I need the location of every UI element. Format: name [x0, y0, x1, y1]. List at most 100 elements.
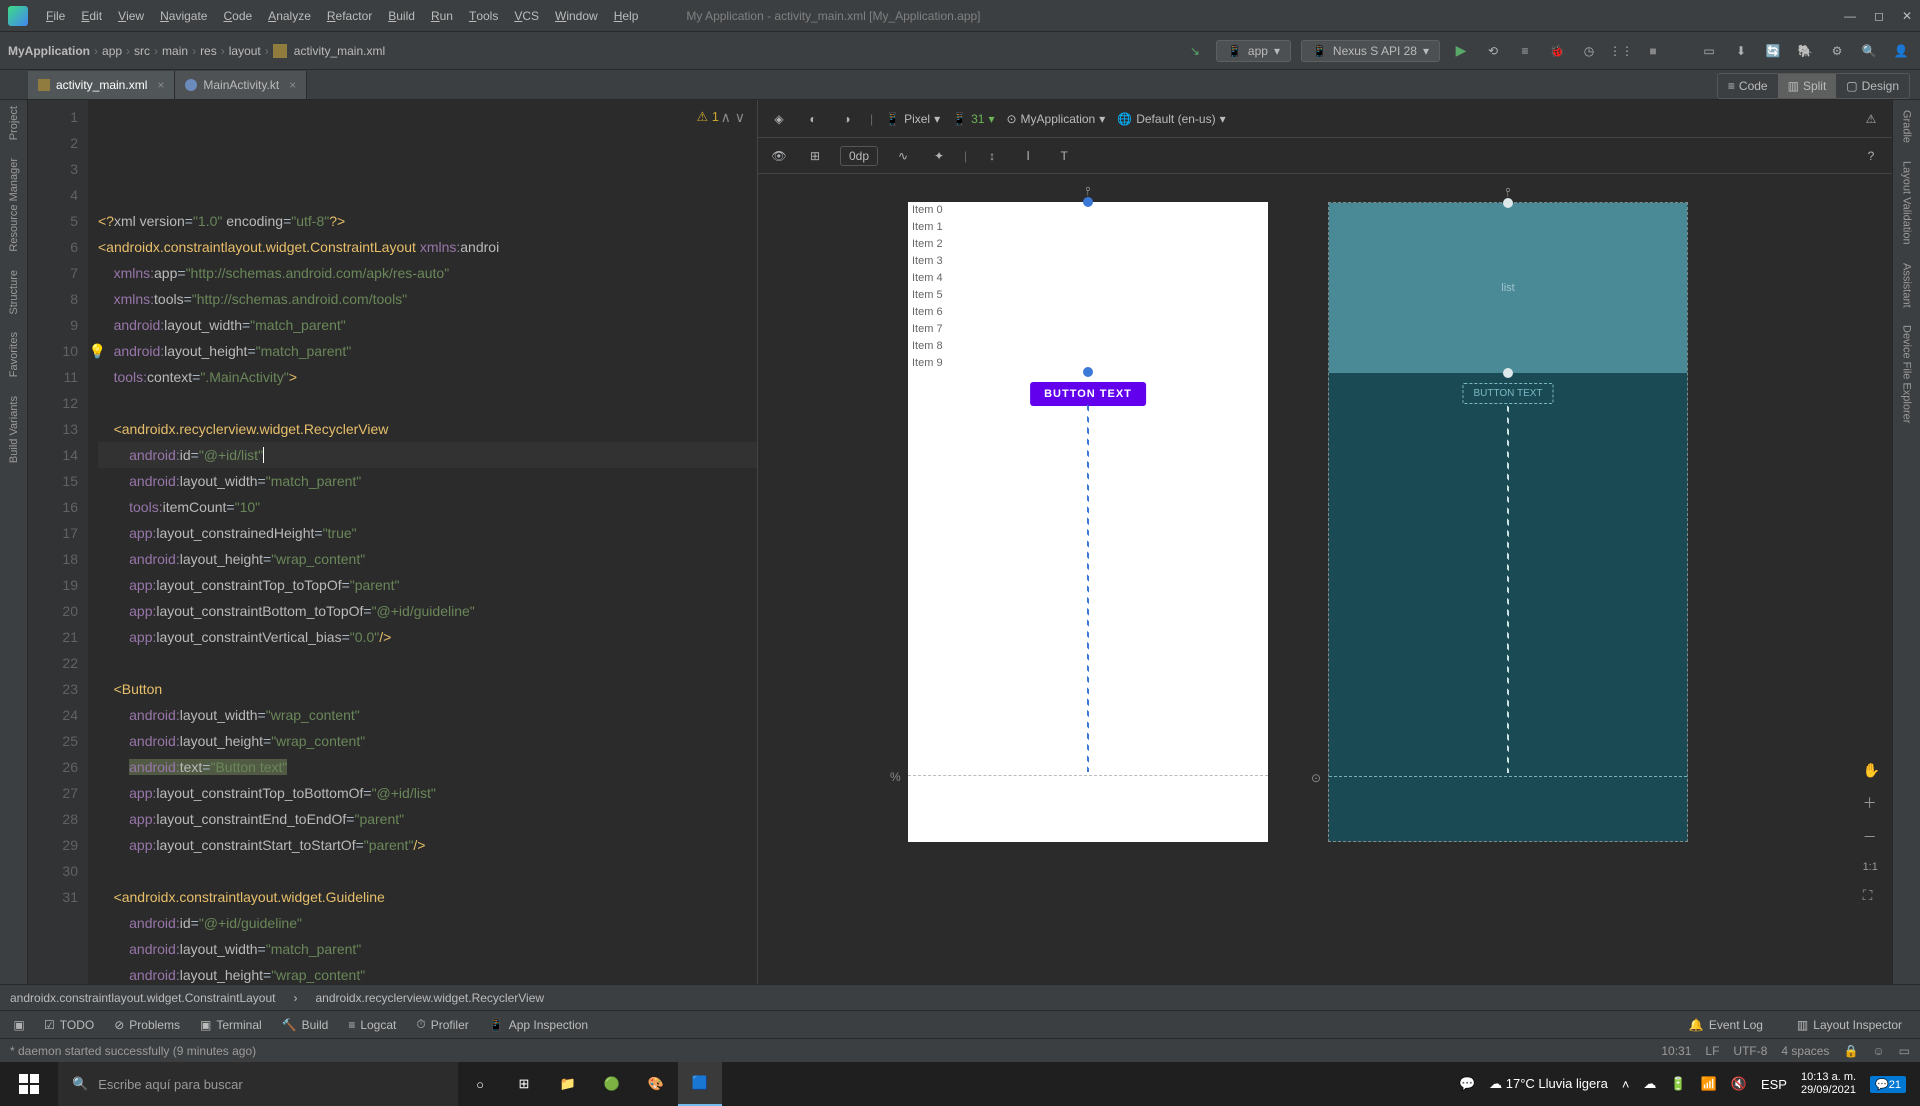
code-line[interactable]: <Button — [98, 676, 757, 702]
editor-tab[interactable]: MainActivity.kt× — [175, 71, 307, 99]
code-line[interactable]: app:layout_constraintEnd_toEndOf="parent… — [98, 806, 757, 832]
preview-list-item[interactable]: Item 6 — [908, 304, 1268, 321]
menu-navigate[interactable]: Navigate — [152, 9, 215, 23]
pan-icon[interactable]: ✋ — [1863, 762, 1880, 779]
avd-icon[interactable]: ▭ — [1698, 40, 1720, 62]
tool-layout-validation[interactable]: Layout Validation — [1901, 161, 1913, 245]
blueprint-list-view[interactable]: list — [1329, 203, 1687, 373]
face-icon[interactable]: ☺ — [1872, 1044, 1884, 1058]
code-line[interactable] — [98, 858, 757, 884]
android-studio-taskbar-icon[interactable]: 🟦 — [678, 1062, 722, 1106]
breadcrumb[interactable]: MyApplication›app›src›main›res›layout›ac… — [8, 44, 385, 58]
sdk-icon[interactable]: ⬇ — [1730, 40, 1752, 62]
menu-analyze[interactable]: Analyze — [260, 9, 319, 23]
preview-list-item[interactable]: Item 2 — [908, 236, 1268, 253]
tool-resource-manager[interactable]: Resource Manager — [8, 158, 20, 252]
constraint-handle[interactable] — [1083, 367, 1093, 377]
start-button[interactable] — [0, 1062, 58, 1106]
percent-icon[interactable]: % — [890, 770, 901, 784]
cortana-icon[interactable]: ○ — [458, 1062, 502, 1106]
blueprint-icon[interactable]: ⊞ — [804, 145, 826, 167]
event-log-tab[interactable]: 🔔 Event Log — [1679, 1015, 1773, 1035]
menu-vcs[interactable]: VCS — [506, 9, 547, 23]
onedrive-icon[interactable]: ☁ — [1643, 1076, 1656, 1092]
status-encoding[interactable]: UTF-8 — [1733, 1044, 1767, 1058]
breadcrumb-item[interactable]: activity_main.xml — [294, 44, 385, 58]
theme-selector[interactable]: ⊙ MyApplication ▾ — [1006, 112, 1105, 126]
menu-view[interactable]: View — [110, 9, 152, 23]
status-line-separator[interactable]: LF — [1705, 1044, 1719, 1058]
bottom-tab-logcat[interactable]: ≡ Logcat — [338, 1014, 406, 1035]
lock-icon[interactable]: 🔒 — [1843, 1044, 1858, 1058]
menu-tools[interactable]: Tools — [461, 9, 506, 23]
guideline-indicator[interactable] — [1329, 776, 1687, 777]
breadcrumb-item[interactable]: src — [134, 44, 150, 58]
code-line[interactable]: android:layout_width="match_parent" — [98, 468, 757, 494]
code-line[interactable]: app:layout_constraintTop_toBottomOf="@+i… — [98, 780, 757, 806]
sync-icon[interactable]: 🔄 — [1762, 40, 1784, 62]
code-line[interactable]: xmlns:tools="http://schemas.android.com/… — [98, 286, 757, 312]
apply-changes-icon[interactable]: ⟲ — [1482, 40, 1504, 62]
language-indicator[interactable]: ESP — [1761, 1077, 1787, 1092]
avatar-icon[interactable]: 👤 — [1890, 40, 1912, 62]
breadcrumb-item[interactable]: res — [200, 44, 217, 58]
bottom-tab-problems[interactable]: ⊘ Problems — [104, 1014, 190, 1035]
guideline-indicator[interactable] — [908, 775, 1268, 776]
layout-inspector-tab[interactable]: ▥ Layout Inspector — [1787, 1015, 1912, 1035]
profiler-icon[interactable]: ◷ — [1578, 40, 1600, 62]
code-line[interactable]: tools:context=".MainActivity"> — [98, 364, 757, 390]
bottom-tab-app-inspection[interactable]: 📱 App Inspection — [479, 1014, 598, 1035]
status-indent[interactable]: 4 spaces — [1781, 1044, 1829, 1058]
volume-icon[interactable]: 🔇 — [1731, 1076, 1747, 1092]
editor-tab[interactable]: activity_main.xml× — [28, 71, 175, 99]
eye-icon[interactable]: 👁 — [768, 145, 790, 167]
menu-edit[interactable]: Edit — [73, 9, 110, 23]
code-line[interactable]: <androidx.constraintlayout.widget.Guidel… — [98, 884, 757, 910]
code-line[interactable]: <androidx.constraintlayout.widget.Constr… — [98, 234, 757, 260]
taskbar-search[interactable]: 🔍 Escribe aquí para buscar — [58, 1062, 458, 1106]
code-line[interactable]: app:layout_constraintStart_toStartOf="pa… — [98, 832, 757, 858]
tool-device-file-explorer[interactable]: Device File Explorer — [1901, 325, 1913, 423]
align-icon[interactable]: ↕ — [981, 145, 1003, 167]
code-view-button[interactable]: ≡Code — [1718, 74, 1778, 98]
apply-code-icon[interactable]: ≡ — [1514, 40, 1536, 62]
tray-chevron-icon[interactable]: ˄ — [1622, 1077, 1630, 1092]
close-tab-icon[interactable]: × — [289, 78, 296, 92]
orientation-icon[interactable]: ◐ — [802, 108, 824, 130]
debug-icon[interactable]: 🐞 — [1546, 40, 1568, 62]
design-view-button[interactable]: ▢Design — [1836, 74, 1909, 98]
help-icon[interactable]: ? — [1860, 145, 1882, 167]
code-line[interactable]: app:layout_constraintBottom_toTopOf="@+i… — [98, 598, 757, 624]
zoom-out-icon[interactable]: － — [1863, 827, 1880, 847]
code-line[interactable]: app:layout_constraintVertical_bias="0.0"… — [98, 624, 757, 650]
tool-structure[interactable]: Structure — [8, 270, 20, 315]
breadcrumb-item[interactable]: androidx.recyclerview.widget.RecyclerVie… — [316, 991, 545, 1005]
close-button[interactable]: ✕ — [1902, 9, 1912, 23]
code-line[interactable]: android:layout_height="wrap_content" — [98, 546, 757, 572]
preview-list-item[interactable]: Item 8 — [908, 338, 1268, 355]
code-line[interactable]: android:id="@+id/guideline" — [98, 910, 757, 936]
code-line[interactable]: android:layout_width="wrap_content" — [98, 702, 757, 728]
code-line[interactable]: app:layout_constrainedHeight="true" — [98, 520, 757, 546]
app-icon[interactable]: 🎨 — [634, 1062, 678, 1106]
tool-window-icon[interactable]: ▣ — [8, 1014, 30, 1036]
preview-list-item[interactable]: Item 4 — [908, 270, 1268, 287]
menu-window[interactable]: Window — [547, 9, 606, 23]
preview-list-item[interactable]: Item 3 — [908, 253, 1268, 270]
bottom-tab-build[interactable]: 🔨 Build — [272, 1014, 339, 1035]
code-line[interactable]: <?xml version="1.0" encoding="utf-8"?> — [98, 208, 757, 234]
constraint-handle[interactable] — [1083, 197, 1093, 207]
tool-project[interactable]: Project — [8, 106, 20, 140]
api-selector[interactable]: 📱 31 ▾ — [952, 112, 994, 126]
menu-help[interactable]: Help — [606, 9, 647, 23]
preview-list-item[interactable]: Item 5 — [908, 287, 1268, 304]
margin-value[interactable]: 0dp — [840, 146, 878, 166]
code-line[interactable] — [98, 390, 757, 416]
chrome-icon[interactable]: 🟢 — [590, 1062, 634, 1106]
memory-icon[interactable]: ▭ — [1899, 1044, 1910, 1058]
tool-favorites[interactable]: Favorites — [8, 332, 20, 377]
text-icon[interactable]: T — [1053, 145, 1075, 167]
code-editor[interactable]: ⚠ 1 ∧ ∨ <?xml version="1.0" encoding="ut… — [88, 100, 757, 984]
code-line[interactable]: xmlns:app="http://schemas.android.com/ap… — [98, 260, 757, 286]
meet-now-icon[interactable]: 💬 — [1459, 1076, 1475, 1092]
